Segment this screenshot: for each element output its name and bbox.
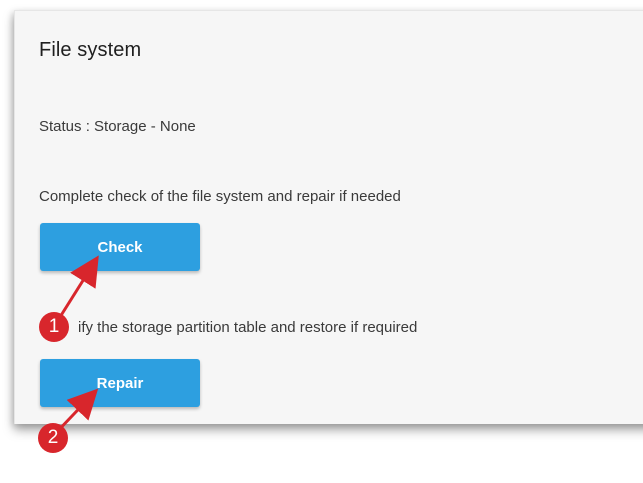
- check-button[interactable]: Check: [40, 223, 200, 271]
- callout-2-badge: 2: [38, 423, 68, 453]
- file-system-panel: File system Status : Storage - None Comp…: [14, 10, 643, 424]
- status-text: Status : Storage - None: [39, 118, 196, 135]
- check-description: Complete check of the file system and re…: [39, 188, 401, 205]
- repair-button[interactable]: Repair: [40, 359, 200, 407]
- repair-description: ify the storage partition table and rest…: [78, 319, 418, 336]
- callout-1-badge: 1: [39, 312, 69, 342]
- panel-title: File system: [39, 39, 142, 61]
